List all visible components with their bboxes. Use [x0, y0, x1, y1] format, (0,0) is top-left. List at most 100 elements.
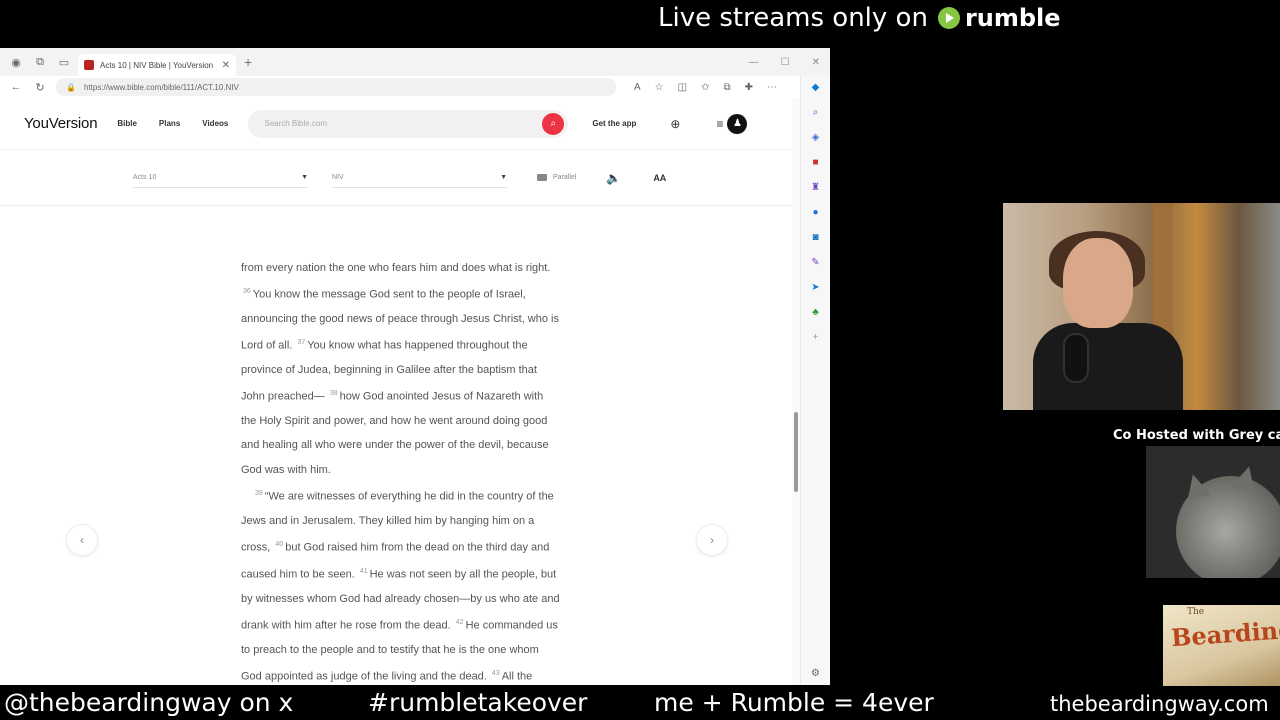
minimize-icon[interactable]: — [749, 57, 759, 68]
yv-header: YouVersion Bible Plans Videos Search Bib… [0, 98, 800, 150]
verse-number: 39 [255, 489, 263, 497]
previous-chapter-button[interactable]: ‹ [66, 524, 98, 556]
parallel-toggle[interactable]: Parallel [537, 174, 576, 181]
chapter-text: from every nation the one who fears him … [241, 256, 561, 685]
read-aloud-icon[interactable]: A [634, 82, 641, 93]
verse-number: 41 [359, 567, 368, 575]
designer-icon[interactable]: ✎ [809, 255, 823, 269]
logo-small-text: The [1187, 607, 1205, 617]
collections-icon[interactable]: ⧉ [723, 82, 730, 93]
webcam-feed [1003, 203, 1280, 410]
search-placeholder: Search Bible.com [264, 119, 328, 128]
book-chapter-value: Acts 10 [133, 173, 157, 181]
verse-number: 43 [491, 669, 500, 677]
workspaces-icon[interactable]: ⧉ [30, 52, 50, 72]
slogan: me + Rumble = 4ever [654, 688, 934, 717]
back-icon[interactable]: ← [8, 81, 24, 93]
nav-videos[interactable]: Videos [202, 119, 228, 128]
chevron-down-icon: ▼ [301, 173, 308, 181]
profile-icon[interactable]: ◉ [6, 52, 26, 72]
next-chapter-button[interactable]: › [696, 524, 728, 556]
reader-toolbar: Acts 10 ▼ NIV ▼ Parallel 🔈 AA [0, 150, 800, 206]
beardingway-logo: The Bearding [1163, 605, 1280, 692]
get-the-app-link[interactable]: Get the app [592, 119, 636, 128]
browser-window: ◉ ⧉ ▭ Acts 10 | NIV Bible | YouVersion ✕… [0, 48, 830, 685]
refresh-icon[interactable]: ↻ [32, 81, 48, 94]
logo-text: Bearding [1170, 614, 1280, 653]
add-icon[interactable]: + [809, 330, 823, 344]
close-tab-icon[interactable]: ✕ [222, 60, 230, 71]
verse-paragraph: 39 “We are witnesses of everything he did… [241, 489, 560, 683]
scroll-thumb[interactable] [794, 412, 798, 492]
hamburger-icon: ≡ [716, 116, 724, 131]
cohost-label: Co Hosted with Grey cat [1113, 428, 1280, 443]
verse-paragraph: from every nation the one who fears him … [241, 262, 559, 476]
url-input[interactable]: 🔒 https://www.bible.com/bible/111/ACT.10… [56, 78, 616, 96]
globe-icon[interactable]: ⊕ [670, 117, 680, 131]
youversion-favicon-icon [84, 60, 94, 70]
chevron-down-icon: ▼ [500, 173, 507, 181]
parallel-icon [537, 174, 547, 181]
nav-bible[interactable]: Bible [117, 119, 137, 128]
top-banner-text: Live streams only on [658, 3, 928, 33]
favorites-icon[interactable]: ✩ [701, 82, 709, 93]
copilot-icon[interactable]: ◆ [809, 80, 823, 94]
lock-icon: 🔒 [66, 82, 76, 92]
parallel-label: Parallel [553, 174, 577, 181]
youversion-page: YouVersion Bible Plans Videos Search Bib… [0, 98, 800, 685]
favorite-star-icon[interactable]: ☆ [655, 82, 664, 93]
microphone-icon [1063, 333, 1089, 383]
top-banner: Live streams only on rumble [658, 2, 1061, 34]
nav-plans[interactable]: Plans [159, 119, 180, 128]
more-icon[interactable]: ⋯ [767, 82, 777, 93]
extensions-icon[interactable]: ✚ [745, 82, 753, 93]
bottom-banner: @thebeardingway on x #rumbletakeover me … [0, 686, 1280, 720]
search-icon[interactable]: ⌕ [809, 105, 823, 119]
version-value: NIV [332, 173, 344, 181]
verse-number: 37 [297, 339, 306, 347]
rumble-play-icon [937, 7, 960, 29]
settings-icon[interactable]: ⚙ [811, 668, 820, 679]
microsoft-365-icon[interactable]: ● [809, 205, 823, 219]
account-menu[interactable]: ≡ ♟ [716, 113, 748, 134]
verse-number: 38 [329, 390, 338, 398]
tree-icon[interactable]: ♣ [809, 305, 823, 319]
shopping-icon[interactable]: ■ [809, 155, 823, 169]
verse-number: 40 [275, 540, 284, 548]
games-icon[interactable]: ♜ [809, 180, 823, 194]
window-controls: — ☐ ✕ [749, 57, 830, 68]
chevron-left-icon: ‹ [80, 533, 84, 547]
tab-acts-10[interactable]: Acts 10 | NIV Bible | YouVersion ✕ [78, 54, 236, 76]
hashtag: #rumbletakeover [368, 688, 588, 717]
outlook-icon[interactable]: ◙ [809, 230, 823, 244]
url-text: https://www.bible.com/bible/111/ACT.10.N… [83, 82, 239, 92]
search-icon[interactable]: ⌕ [542, 112, 565, 135]
toolbar-actions: A ☆ ◫ ✩ ⧉ ✚ ⋯ [634, 82, 777, 93]
yv-nav: Bible Plans Videos [117, 119, 228, 128]
new-tab-icon[interactable]: + [244, 54, 252, 70]
verse-number: 42 [455, 618, 464, 626]
rumble-logo: rumble [937, 4, 1061, 32]
send-icon[interactable]: ➤ [809, 280, 823, 294]
chevron-right-icon: › [710, 533, 714, 547]
website: thebeardingway.com [1050, 692, 1269, 716]
page-scrollbar[interactable] [792, 98, 800, 685]
rumble-wordmark: rumble [964, 4, 1061, 32]
close-window-icon[interactable]: ✕ [812, 57, 820, 68]
version-select[interactable]: NIV ▼ [332, 168, 507, 188]
address-bar: ← ↻ 🔒 https://www.bible.com/bible/111/AC… [0, 76, 830, 98]
font-settings-button[interactable]: AA [653, 173, 666, 183]
maximize-icon[interactable]: ☐ [781, 57, 790, 68]
tab-bar: ◉ ⧉ ▭ Acts 10 | NIV Bible | YouVersion ✕… [0, 48, 830, 76]
verse-number: 36 [243, 288, 251, 296]
book-chapter-select[interactable]: Acts 10 ▼ [133, 168, 308, 188]
search-input[interactable]: Search Bible.com ⌕ [248, 109, 569, 138]
avatar-icon: ♟ [727, 113, 748, 134]
tag-icon[interactable]: ◈ [809, 130, 823, 144]
tab-title: Acts 10 | NIV Bible | YouVersion [100, 60, 214, 70]
tab-actions-icon[interactable]: ▭ [54, 52, 74, 72]
audio-icon[interactable]: 🔈 [606, 171, 621, 185]
x-handle: @thebeardingway on x [4, 688, 294, 717]
youversion-logo[interactable]: YouVersion [24, 115, 98, 132]
split-screen-icon[interactable]: ◫ [678, 82, 687, 93]
